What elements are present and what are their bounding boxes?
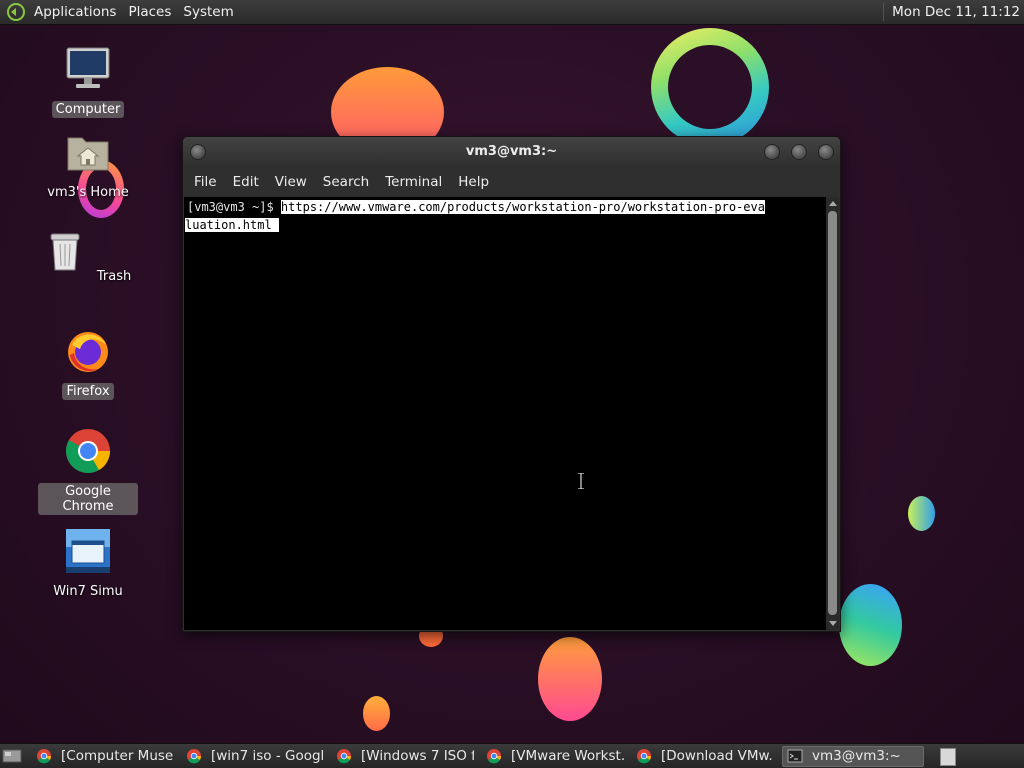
maximize-button[interactable] [791, 144, 807, 160]
wallpaper-small-green-ellipse [908, 496, 935, 531]
top-panel: Applications Places System Mon Dec 11, 1… [0, 0, 1024, 25]
taskbar-item-label: [VMware Workst... [511, 748, 624, 764]
menu-terminal[interactable]: Terminal [379, 174, 448, 190]
taskbar-item-label: [Download VMw... [661, 748, 774, 764]
scroll-up-arrow-icon[interactable] [829, 201, 837, 206]
taskbar-item-active[interactable]: vm3@vm3:~ [782, 745, 924, 767]
scroll-thumb[interactable] [828, 211, 837, 615]
taskbar-item[interactable]: [Download VMw... [632, 746, 774, 767]
desktop-icon-label: vm3's Home [47, 185, 129, 200]
terminal-scrollbar[interactable] [826, 197, 839, 630]
selected-text[interactable]: luation.html [185, 218, 279, 232]
desktop-icon-label: Win7 Simu [53, 584, 123, 599]
workspace-switcher[interactable] [940, 748, 956, 766]
desktop-icon-home[interactable]: vm3's Home [38, 128, 138, 201]
desktop-icon-label: Trash [96, 269, 132, 284]
terminal-output[interactable]: [vm3@vm3 ~]$ https://www.vmware.com/prod… [184, 197, 826, 630]
chrome-icon [37, 749, 52, 764]
home-folder-icon [67, 137, 109, 171]
desktop-icon-firefox[interactable]: Firefox [38, 327, 138, 400]
menu-file[interactable]: File [188, 174, 223, 190]
chrome-icon [487, 749, 502, 764]
window-titlebar[interactable]: vm3@vm3:~ [183, 137, 840, 167]
wallpaper-green-ring [651, 28, 769, 146]
ibeam-cursor-icon [578, 473, 584, 489]
desktop-icon-chrome[interactable]: Google Chrome [38, 427, 138, 515]
taskbar-item[interactable]: [Computer Muse... [32, 746, 174, 767]
shell-prompt: [vm3@vm3 ~]$ [187, 200, 281, 214]
taskbar-item[interactable]: [VMware Workst... [482, 746, 624, 767]
panel-separator [883, 3, 885, 21]
menu-edit[interactable]: Edit [227, 174, 265, 190]
desktop-icon-computer[interactable]: Computer [38, 45, 138, 118]
taskbar-item-label: [win7 iso - Googl... [211, 748, 324, 764]
terminal-line: [vm3@vm3 ~]$ https://www.vmware.com/prod… [187, 198, 765, 216]
menu-view[interactable]: View [269, 174, 313, 190]
taskbar-item[interactable]: [win7 iso - Googl... [182, 746, 324, 767]
terminal-window[interactable]: vm3@vm3:~ File Edit View Search Terminal… [182, 136, 841, 632]
desktop-icon-label: Google Chrome [38, 483, 138, 515]
applications-menu[interactable]: Applications [30, 4, 120, 20]
taskbar-item-label: [Computer Muse... [61, 748, 174, 764]
taskbar-item-label: [Windows 7 ISO f... [361, 748, 474, 764]
menu-help[interactable]: Help [452, 174, 495, 190]
chrome-icon [66, 429, 110, 473]
firefox-icon [68, 332, 108, 372]
close-button[interactable] [818, 144, 834, 160]
trash-icon [50, 233, 80, 271]
bottom-panel: [Computer Muse... [win7 iso - Googl... [… [0, 743, 1024, 768]
window-title: vm3@vm3:~ [465, 144, 558, 159]
taskbar-item[interactable]: [Windows 7 ISO f... [332, 746, 474, 767]
wallpaper-small-orange-ellipse [363, 696, 390, 731]
show-desktop-icon[interactable] [2, 748, 22, 764]
terminal-menubar: File Edit View Search Terminal Help [183, 168, 840, 195]
terminal-line: luation.html [185, 216, 279, 234]
scroll-down-arrow-icon[interactable] [829, 621, 837, 626]
menu-search[interactable]: Search [317, 174, 375, 190]
taskbar-item-label: vm3@vm3:~ [812, 748, 901, 764]
clock[interactable]: Mon Dec 11, 11:12 [892, 4, 1020, 20]
computer-icon [66, 47, 110, 88]
terminal-icon [787, 749, 803, 763]
mate-logo-icon[interactable] [7, 3, 25, 21]
desktop-icon-label: Firefox [62, 383, 114, 400]
chrome-icon [187, 749, 202, 764]
desktop-icon-trash[interactable]: Trash [38, 228, 138, 285]
chrome-icon [637, 749, 652, 764]
places-menu[interactable]: Places [124, 4, 175, 20]
wallpaper-pink-ellipse [538, 637, 602, 721]
minimize-button[interactable] [764, 144, 780, 160]
selected-text[interactable]: https://www.vmware.com/products/workstat… [280, 200, 765, 214]
desktop-icon-win7-simu[interactable]: Win7 Simu [38, 527, 138, 600]
win7-icon [66, 529, 110, 573]
desktop-icon-label: Computer [51, 101, 125, 118]
chrome-icon [337, 749, 352, 764]
system-menu[interactable]: System [179, 4, 237, 20]
wallpaper-blue-ellipse [839, 584, 902, 666]
